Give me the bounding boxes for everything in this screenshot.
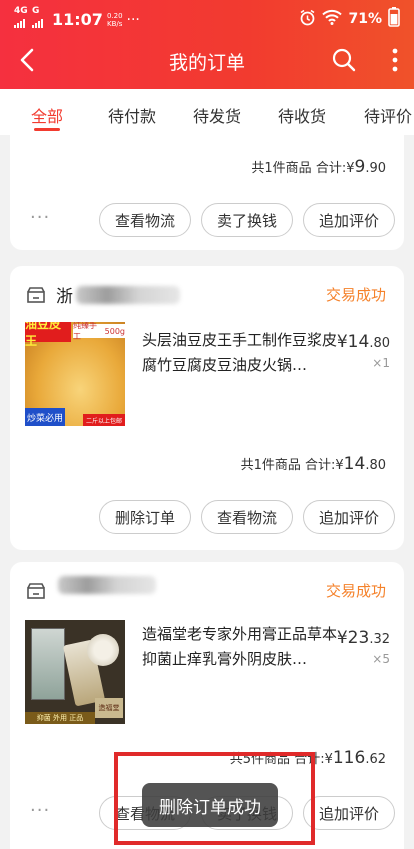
tab-all[interactable]: 全部 [31, 103, 63, 127]
product-image[interactable]: 油豆皮王 纯臻手工 500g 炒菜必用 二斤以上包邮 [25, 322, 125, 426]
order-card: 共1件商品 合计:¥9.90 ··· 查看物流 卖了换钱 追加评价 [10, 135, 404, 250]
product-title[interactable]: 造福堂老专家外用膏正品草本抑菌止痒乳膏外阴皮肤… [142, 622, 337, 672]
order-status: 交易成功 [325, 582, 386, 600]
more-vertical-icon [392, 48, 398, 72]
delete-order-button[interactable]: 删除订单 [99, 500, 191, 534]
wifi-icon [322, 9, 343, 29]
more-actions-button[interactable]: ··· [30, 800, 50, 821]
battery-icon [388, 7, 400, 31]
shop-name[interactable]: 浙 [56, 282, 73, 307]
highlight-box [114, 752, 315, 845]
product-image[interactable]: 造福堂 抑菌 外用 正品 [25, 620, 125, 724]
order-summary: 共1件商品 合计:¥9.90 [251, 157, 386, 177]
view-logistics-button[interactable]: 查看物流 [201, 500, 293, 534]
network-type-2: G [32, 6, 40, 16]
add-review-button[interactable]: 追加评价 [303, 203, 395, 237]
product-title[interactable]: 头层油豆皮王手工制作豆浆皮腐竹豆腐皮豆油皮火锅… [142, 328, 337, 378]
signal-icon [14, 16, 28, 32]
product-corner-label: 炒菜必用 [25, 408, 65, 426]
order-summary: 共1件商品 合计:¥14.80 [240, 454, 386, 474]
product-quantity: ×1 [372, 356, 390, 370]
order-card: 浙 交易成功 油豆皮王 纯臻手工 500g 炒菜必用 二斤以上包邮 头层油豆皮王手… [10, 266, 404, 550]
tab-pending-receipt[interactable]: 待收货 [278, 103, 326, 127]
blurred-shop-name [76, 286, 180, 304]
order-tabs: 全部 待付款 待发货 待收货 待评价 [0, 89, 414, 135]
notification-dots-icon: ··· [126, 11, 140, 28]
more-actions-button[interactable]: ··· [30, 207, 50, 228]
product-price: ¥14.80 [336, 332, 390, 352]
tab-pending-payment[interactable]: 待付款 [108, 103, 156, 127]
tab-pending-shipment[interactable]: 待发货 [193, 103, 241, 127]
blurred-shop-name[interactable] [58, 576, 156, 594]
battery-level: 71% [348, 11, 382, 27]
clock: 11:07 [52, 10, 103, 29]
nav-bar: 我的订单 [0, 36, 414, 84]
resell-button[interactable]: 卖了换钱 [201, 203, 293, 237]
add-review-button[interactable]: 追加评价 [303, 500, 395, 534]
search-icon [332, 48, 356, 72]
more-button[interactable] [384, 44, 406, 76]
order-status: 交易成功 [325, 286, 386, 304]
alarm-icon [299, 9, 316, 30]
view-logistics-button[interactable]: 查看物流 [99, 203, 191, 237]
network-speed: 0.20 KB/s [106, 11, 123, 28]
shop-icon [27, 583, 45, 599]
tab-pending-review[interactable]: 待评价 [364, 103, 412, 127]
active-tab-indicator [34, 128, 60, 131]
network-type: 4G [14, 6, 28, 16]
product-price: ¥23.32 [336, 628, 390, 648]
status-bar: 4G G 11:07 0.20 KB/s ··· 71% [0, 0, 414, 32]
app-header: 4G G 11:07 0.20 KB/s ··· 71% 我的订单 [0, 0, 414, 89]
signal-icon-2 [32, 16, 46, 32]
shop-icon [27, 287, 45, 303]
add-review-button[interactable]: 追加评价 [303, 796, 395, 830]
search-button[interactable] [330, 46, 358, 74]
product-quantity: ×5 [372, 652, 390, 666]
product-brand-label: 油豆皮王 [25, 322, 71, 348]
